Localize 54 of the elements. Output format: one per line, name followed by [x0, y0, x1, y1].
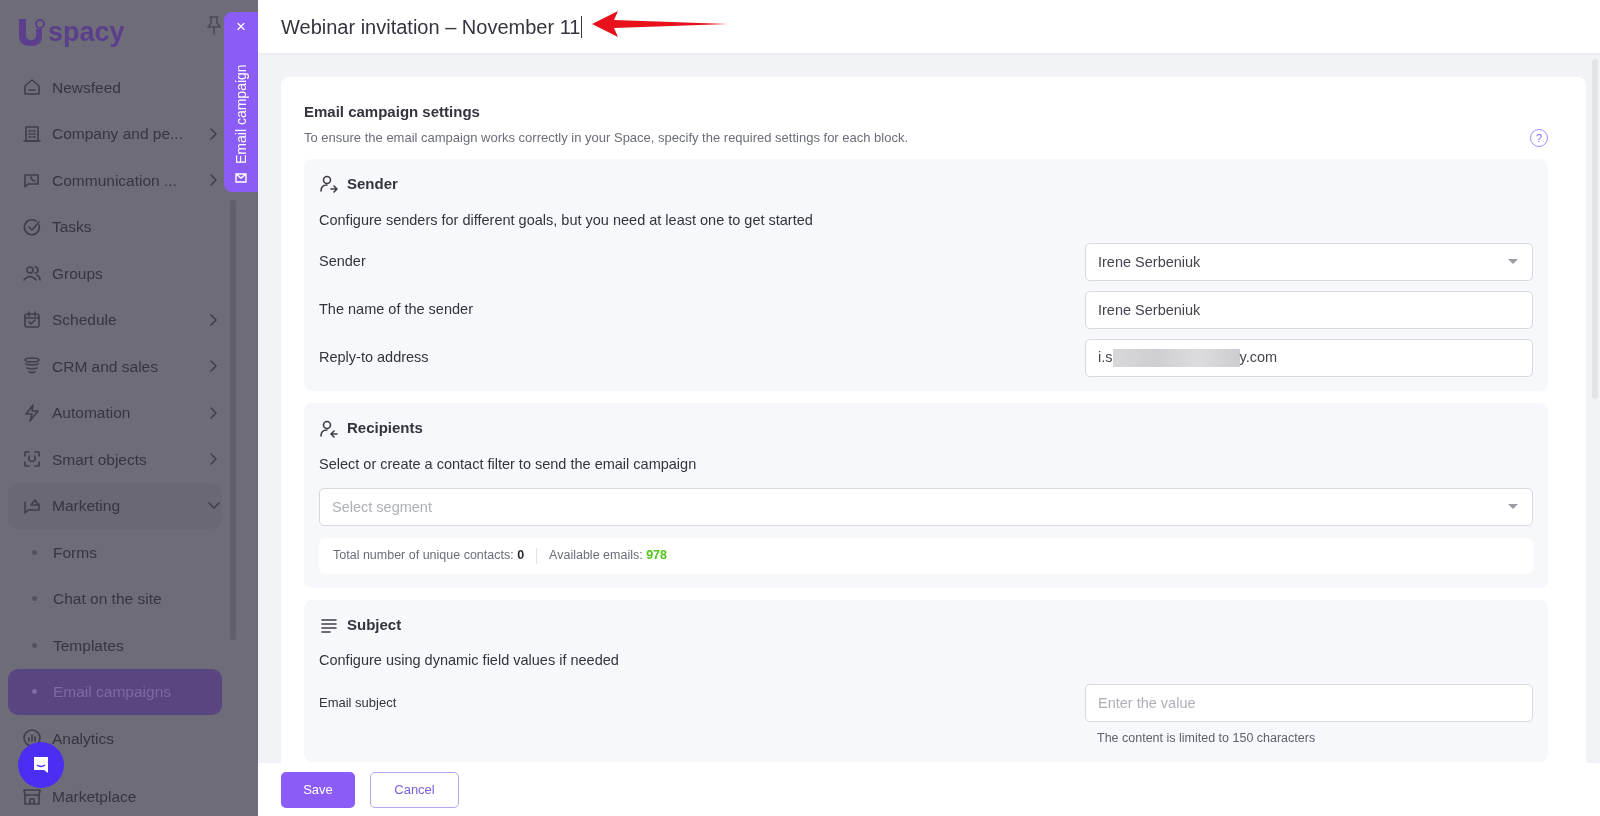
sidebar-item[interactable]: Schedule: [8, 296, 222, 343]
cancel-button[interactable]: Cancel: [370, 771, 459, 808]
field-label: The name of the sender: [319, 300, 473, 320]
sidebar-item[interactable]: Automation: [8, 389, 222, 436]
field-label: Reply-to address: [319, 348, 429, 368]
sidebar-item[interactable]: Analytics: [8, 715, 222, 762]
section-title: Recipients: [347, 418, 423, 439]
sidebar-item[interactable]: Communication ...: [8, 157, 222, 204]
select-field[interactable]: Select segment: [319, 487, 1533, 526]
settings-title: Email campaign settings: [304, 102, 481, 122]
sidebar-subitem[interactable]: Templates: [8, 622, 222, 669]
save-button[interactable]: Save: [281, 771, 355, 808]
mail-icon: [234, 170, 248, 184]
section-description: Configure using dynamic field values if needed: [319, 651, 620, 670]
close-button[interactable]: ×: [236, 18, 246, 35]
sidebar-item[interactable]: Smart objects: [8, 436, 222, 483]
title-field[interactable]: Webinar invitation – November 11: [281, 15, 583, 38]
chat-icon: [31, 755, 51, 775]
section-description: Select or create a contact filter to send the email campaign: [319, 454, 698, 474]
sidebar-subitem[interactable]: Chat on the site: [8, 575, 222, 622]
section-title: Subject: [347, 614, 402, 635]
settings-description: To ensure the email campaign works correctly in your Space, specify the required settings for each block.: [304, 128, 909, 147]
field-label: Email subject: [319, 694, 397, 712]
hint-text: The content is limited to 150 characters: [1096, 729, 1317, 747]
sidebar-subitem[interactable]: Forms: [8, 529, 222, 576]
sidebar-item[interactable]: Groups: [8, 250, 222, 297]
user-arrow-icon: [319, 418, 339, 439]
check-circle-icon: [22, 216, 42, 237]
select-field[interactable]: Irene Serbeniuk: [1085, 243, 1533, 282]
sidebar-item[interactable]: Tasks: [8, 203, 222, 250]
section-description: Configure senders for different goals, but you need at least one to get started: [319, 210, 814, 230]
stat-text: Available emails: 978: [549, 547, 667, 565]
people-icon: [22, 263, 42, 284]
sidebar-item[interactable]: CRM and sales: [8, 343, 222, 390]
building-icon: [22, 123, 42, 144]
input-field[interactable]: Irene Serbeniuk: [1085, 291, 1533, 330]
store-icon: [22, 786, 42, 807]
sidebar-item[interactable]: Company and pe...: [8, 110, 222, 157]
stat-text: Total number of unique contacts: 0: [333, 547, 525, 565]
home-icon: [22, 77, 42, 98]
lightning-icon: [22, 402, 42, 423]
user-arrow-icon: [319, 174, 339, 195]
scan-icon: [22, 449, 42, 470]
input-field[interactable]: Enter the value: [1085, 683, 1533, 722]
caret-icon: [1507, 258, 1519, 267]
sidebar-item[interactable]: Marketplace: [8, 773, 222, 816]
pin-icon[interactable]: [206, 15, 222, 35]
section-title: Sender: [347, 174, 398, 194]
side-tab[interactable]: × Email campaign: [224, 12, 258, 192]
caret-icon: [1507, 502, 1519, 511]
sidebar-item[interactable]: Newsfeed: [8, 64, 222, 111]
input-field[interactable]: i.s y.com: [1085, 339, 1533, 378]
calendar-icon: [22, 309, 42, 330]
field-label: Sender: [319, 252, 366, 272]
